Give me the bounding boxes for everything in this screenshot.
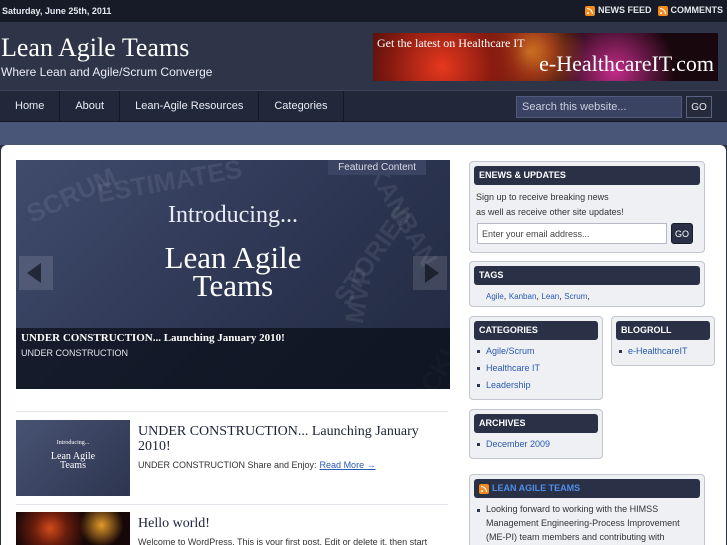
category-link[interactable]: Healthcare IT <box>474 360 598 377</box>
widget-title[interactable]: LEAN AGILE TEAMS <box>474 479 700 498</box>
thumb-intro: Introducing... <box>56 440 90 446</box>
tag-link[interactable]: Kanban <box>509 292 537 301</box>
enews-text: Sign up to receive breaking news as well… <box>476 190 700 220</box>
search-go-button[interactable]: GO <box>686 96 712 118</box>
site-description: Where Lean and Agile/Scrum Converge <box>1 65 213 79</box>
feed-list: Looking forward to working with the HIMS… <box>474 502 700 544</box>
top-bar: Saturday, June 25th, 2011 NEWS FEED COMM… <box>0 0 727 22</box>
category-link[interactable]: Leadership <box>474 377 598 394</box>
post-thumbnail[interactable]: Introducing... Lean Agile Teams <box>16 420 130 496</box>
news-feed-label: NEWS FEED <box>597 5 652 15</box>
feed-item[interactable]: Looking forward to working with the HIMS… <box>474 502 700 544</box>
blogroll-list: e-HealthcareIT <box>616 343 710 360</box>
rss-icon <box>479 483 489 494</box>
banner-tagline: Get the latest on Healthcare IT <box>377 36 525 50</box>
blogroll-widget: BLOGROLL e-HealthcareIT <box>611 316 715 366</box>
widget-title: BLOGROLL <box>616 321 710 340</box>
post-title[interactable]: UNDER CONSTRUCTION... Launching January … <box>138 424 428 454</box>
widget-title: ARCHIVES <box>474 414 598 433</box>
news-feed-link[interactable]: NEWS FEED <box>584 5 652 16</box>
post-divider <box>16 504 448 505</box>
nav-about[interactable]: About <box>60 91 121 122</box>
rss-icon <box>657 5 668 16</box>
tag-list: Agile, Kanban, Lean, Scrum, <box>486 291 590 301</box>
category-link[interactable]: Agile/Scrum <box>474 343 598 360</box>
post-divider <box>16 411 448 412</box>
archive-list: December 2009 <box>474 436 598 453</box>
lean-agile-teams-feed-widget: LEAN AGILE TEAMS Looking forward to work… <box>469 474 705 545</box>
archive-link[interactable]: December 2009 <box>474 436 598 453</box>
main-navigation: Home About Lean-Agile Resources Categori… <box>0 90 727 122</box>
nav-home[interactable]: Home <box>0 91 61 122</box>
featured-caption: UNDER CONSTRUCTION... Launching January … <box>16 328 450 389</box>
site-title[interactable]: Lean Agile Teams <box>1 33 189 63</box>
rss-icon <box>584 5 595 16</box>
enews-line1: Sign up to receive breaking news <box>476 192 609 202</box>
post-excerpt-text: UNDER CONSTRUCTION Share and Enjoy: <box>138 460 317 470</box>
widget-title: ENEWS & UPDATES <box>474 166 700 185</box>
thumb-headline-line2: Teams <box>60 460 86 471</box>
feed-title: LEAN AGILE TEAMS <box>492 483 581 493</box>
email-input[interactable] <box>477 223 667 244</box>
enews-widget: ENEWS & UPDATES Sign up to receive break… <box>469 161 705 253</box>
featured-headline: Lean Agile Teams <box>16 242 450 303</box>
thumb-headline: Lean Agile Teams <box>16 452 130 471</box>
widget-title: CATEGORIES <box>474 321 598 340</box>
site-header: Lean Agile Teams Where Lean and Agile/Sc… <box>0 22 727 90</box>
archives-widget: ARCHIVES December 2009 <box>469 409 603 459</box>
header-stripe <box>0 122 727 145</box>
category-list: Agile/Scrum Healthcare IT Leadership <box>474 343 598 394</box>
featured-headline-line2: Teams <box>192 268 274 303</box>
enews-line2: as well as receive other site updates! <box>476 207 624 217</box>
nav-lean-agile-resources[interactable]: Lean-Agile Resources <box>120 91 260 122</box>
comments-feed-link[interactable]: COMMENTS <box>657 5 724 16</box>
tag-link[interactable]: Agile <box>486 292 504 301</box>
tag-link[interactable]: Scrum <box>564 292 587 301</box>
featured-caption-title[interactable]: UNDER CONSTRUCTION... Launching January … <box>21 332 285 344</box>
featured-caption-subtitle: UNDER CONSTRUCTION <box>21 348 128 358</box>
featured-content-tag: Featured Content <box>328 160 426 175</box>
comments-feed-label: COMMENTS <box>670 5 724 15</box>
current-date: Saturday, June 25th, 2011 <box>2 6 112 16</box>
email-go-button[interactable]: GO <box>671 223 693 244</box>
read-more-link[interactable]: Read More → <box>320 460 376 470</box>
post-thumbnail[interactable] <box>16 512 130 545</box>
tag-link[interactable]: Lean <box>541 292 559 301</box>
tags-widget: TAGS Agile, Kanban, Lean, Scrum, <box>469 261 705 307</box>
widget-title: TAGS <box>474 266 700 285</box>
categories-widget: CATEGORIES Agile/Scrum Healthcare IT Lea… <box>469 316 603 400</box>
healthcare-it-banner[interactable]: Get the latest on Healthcare IT e-Health… <box>373 33 718 81</box>
post-title[interactable]: Hello world! <box>138 516 210 531</box>
slider-next-arrow-icon[interactable] <box>413 256 447 290</box>
post-excerpt: UNDER CONSTRUCTION Share and Enjoy: Read … <box>138 460 376 470</box>
featured-slider[interactable]: SCRUM ESTIMATES KANBAN STORIES MVP BACKL… <box>16 160 450 389</box>
blogroll-link[interactable]: e-HealthcareIT <box>616 343 710 360</box>
feed-links: NEWS FEED COMMENTS <box>584 5 724 16</box>
search-input[interactable] <box>516 96 682 118</box>
nav-categories[interactable]: Categories <box>259 91 344 122</box>
post-excerpt: Welcome to WordPress. This is your first… <box>138 537 428 545</box>
featured-intro-text: Introducing... <box>168 202 298 228</box>
slider-prev-arrow-icon[interactable] <box>19 256 53 290</box>
banner-site-name: e-HealthcareIT.com <box>539 51 714 76</box>
